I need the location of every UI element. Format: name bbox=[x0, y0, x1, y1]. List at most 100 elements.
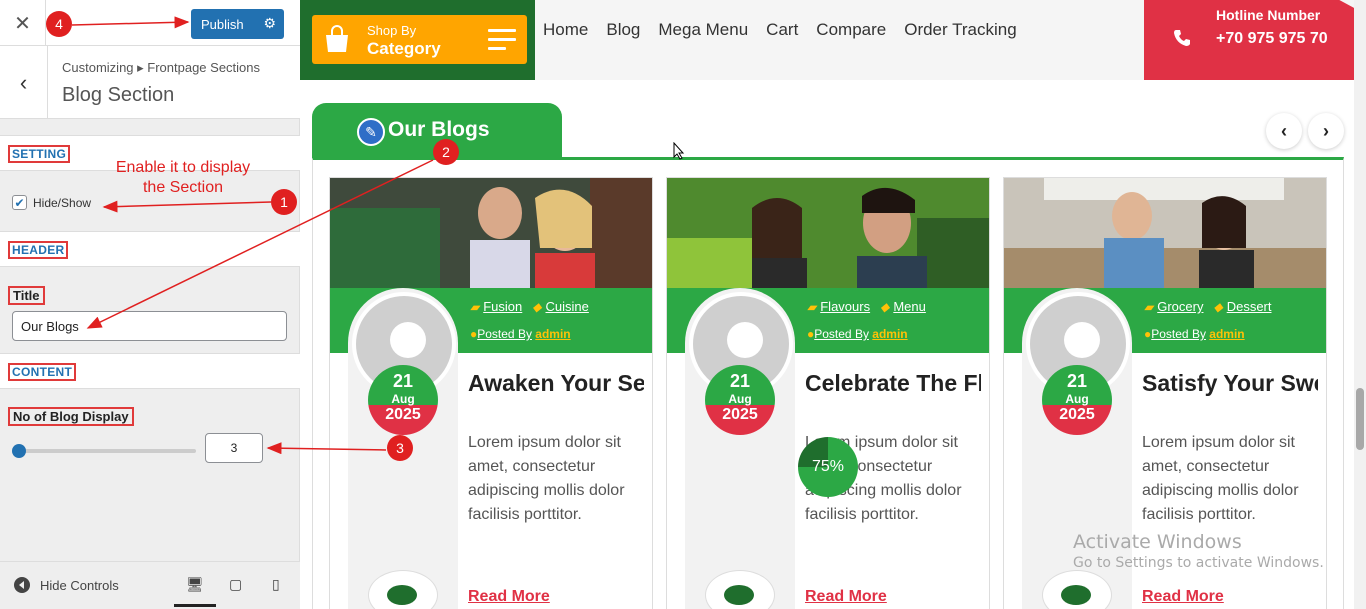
tablet-preview-icon[interactable]: ▢ bbox=[229, 576, 242, 593]
date-day: 21 bbox=[1066, 371, 1088, 391]
blog-count-slider-track[interactable] bbox=[18, 449, 196, 453]
blog-card-image[interactable] bbox=[667, 178, 989, 288]
date-year: 2025 bbox=[385, 406, 421, 423]
site-navbar: Shop By Category Home Blog Mega Menu Car… bbox=[300, 0, 1366, 80]
nav-link-mega-menu[interactable]: Mega Menu bbox=[658, 20, 748, 40]
hide-controls-button[interactable]: Hide Controls bbox=[14, 577, 119, 593]
phone-icon bbox=[1174, 30, 1190, 46]
blog-card-title[interactable]: Celebrate The Flavors… bbox=[805, 369, 981, 398]
nav-link-compare[interactable]: Compare bbox=[816, 20, 886, 40]
carousel-next-button[interactable]: › bbox=[1308, 113, 1344, 149]
hide-controls-label: Hide Controls bbox=[40, 577, 119, 593]
close-customizer-button[interactable]: ✕ bbox=[0, 0, 46, 46]
hideshow-control[interactable]: ✔ Hide/Show bbox=[12, 195, 91, 210]
scroll-progress-badge: 75% bbox=[798, 437, 858, 497]
pencil-icon: ✎ bbox=[357, 118, 385, 146]
posted-by-label: Posted By bbox=[814, 327, 869, 341]
section-title: Blog Section bbox=[62, 84, 175, 106]
date-month: Aug bbox=[728, 392, 752, 406]
customizer-footer: Hide Controls 🖥 ▢ ▯ bbox=[0, 561, 300, 609]
category-list: ▰ Grocery ◆ Dessert bbox=[1144, 299, 1272, 314]
blog-card-title[interactable]: Awaken Your Senses With… bbox=[468, 369, 644, 398]
date-day: 21 bbox=[392, 371, 414, 391]
main-menu: Home Blog Mega Menu Cart Compare Order T… bbox=[543, 20, 1017, 40]
title-label: Title bbox=[8, 286, 45, 305]
desktop-preview-icon[interactable]: 🖥 bbox=[186, 576, 204, 593]
chevron-left-icon: ‹ bbox=[19, 69, 28, 95]
setting-label: SETTING bbox=[8, 145, 71, 163]
breadcrumb-bar: ‹ Customizing ▸ Frontpage Sections Blog … bbox=[0, 46, 300, 119]
blog-card-title[interactable]: Satisfy Your Sweet Tooth… bbox=[1142, 369, 1318, 398]
blog-card-image[interactable] bbox=[330, 178, 652, 288]
nav-link-order-tracking[interactable]: Order Tracking bbox=[904, 20, 1016, 40]
couple-grocery-photo bbox=[667, 178, 989, 288]
nav-link-home[interactable]: Home bbox=[543, 20, 588, 40]
breadcrumb: Customizing ▸ Frontpage Sections bbox=[62, 60, 261, 75]
header-section-header: HEADER bbox=[0, 231, 300, 267]
blog-count-input[interactable]: 3 bbox=[205, 433, 263, 463]
activate-windows-title: Activate Windows bbox=[1073, 531, 1242, 553]
date-month: Aug bbox=[1065, 392, 1089, 406]
nav-link-cart[interactable]: Cart bbox=[766, 20, 798, 40]
nav-link-blog[interactable]: Blog bbox=[606, 20, 640, 40]
device-active-indicator bbox=[174, 604, 216, 607]
site-preview: Shop By Category Home Blog Mega Menu Car… bbox=[300, 0, 1366, 609]
category-link[interactable]: Flavours bbox=[820, 299, 870, 314]
category-link[interactable]: Menu bbox=[893, 299, 926, 314]
hotline-block: Hotline Number +70 975 975 70 bbox=[1144, 0, 1366, 80]
blog-card-image[interactable] bbox=[1004, 178, 1326, 288]
scrollbar-thumb[interactable] bbox=[1356, 388, 1364, 450]
annotation-marker-1: 1 bbox=[271, 189, 297, 215]
hotline-number[interactable]: +70 975 975 70 bbox=[1216, 27, 1336, 50]
folder-icon: ▰ bbox=[807, 299, 817, 314]
date-badge: 21 Aug 2025 bbox=[368, 365, 438, 435]
date-badge: 21 Aug 2025 bbox=[1042, 365, 1112, 435]
category-block: Shop By Category bbox=[300, 0, 535, 80]
shopping-bag-icon bbox=[326, 25, 348, 52]
blog-card-excerpt: Lorem ipsum dolor sit amet, consectetur … bbox=[1142, 434, 1299, 523]
tag-icon: ◆ bbox=[532, 299, 542, 314]
couple-kitchen-photo bbox=[1004, 178, 1326, 288]
tag-icon: ◆ bbox=[1213, 299, 1223, 314]
gear-icon[interactable]: ⚙ bbox=[263, 15, 276, 32]
close-icon: ✕ bbox=[14, 12, 31, 35]
read-more-link[interactable]: Read More bbox=[468, 588, 550, 606]
couple-shopping-photo bbox=[330, 178, 652, 288]
mouse-cursor-icon bbox=[673, 142, 685, 160]
blog-count-label: No of Blog Display bbox=[8, 407, 134, 426]
content-label: CONTENT bbox=[8, 363, 77, 381]
chevron-left-icon: ‹ bbox=[1281, 120, 1287, 141]
page-scrollbar[interactable] bbox=[1354, 0, 1366, 609]
author-link[interactable]: admin bbox=[872, 327, 907, 341]
category-link[interactable]: Dessert bbox=[1227, 299, 1272, 314]
category-link[interactable]: Grocery bbox=[1157, 299, 1203, 314]
blog-count-slider-handle[interactable] bbox=[12, 444, 26, 458]
posted-by-label: Posted By bbox=[477, 327, 532, 341]
folder-icon: ▰ bbox=[470, 299, 480, 314]
annotation-marker-4: 4 bbox=[46, 11, 72, 37]
activate-windows-subtitle: Go to Settings to activate Windows. bbox=[1073, 555, 1324, 571]
category-list: ▰ Flavours ◆ Menu bbox=[807, 299, 926, 314]
blog-card-excerpt: Lorem ipsum dolor sit amet, consectetur … bbox=[468, 434, 625, 523]
shop-by-category-button[interactable]: Shop By Category bbox=[312, 15, 527, 64]
hideshow-checkbox[interactable]: ✔ bbox=[12, 195, 27, 210]
header-label: HEADER bbox=[8, 241, 69, 259]
annotation-instruction: Enable it to display the Section bbox=[115, 159, 251, 196]
annotation-marker-2: 2 bbox=[433, 139, 459, 165]
posted-by: ●Posted By admin bbox=[470, 327, 571, 341]
date-day: 21 bbox=[729, 371, 751, 391]
category-link[interactable]: Fusion bbox=[483, 299, 522, 314]
category-label: Category bbox=[367, 39, 441, 58]
author-link[interactable]: admin bbox=[1209, 327, 1244, 341]
hamburger-icon bbox=[488, 29, 516, 51]
publish-button[interactable]: Publish ⚙ bbox=[191, 9, 446, 39]
carousel-prev-button[interactable]: ‹ bbox=[1266, 113, 1302, 149]
posted-by: ●Posted By admin bbox=[807, 327, 908, 341]
read-more-link[interactable]: Read More bbox=[805, 588, 887, 606]
title-input[interactable] bbox=[12, 311, 287, 341]
category-link[interactable]: Cuisine bbox=[546, 299, 589, 314]
mobile-preview-icon[interactable]: ▯ bbox=[272, 576, 280, 593]
author-link[interactable]: admin bbox=[535, 327, 570, 341]
back-button[interactable]: ‹ bbox=[0, 46, 48, 119]
read-more-link[interactable]: Read More bbox=[1142, 588, 1224, 606]
